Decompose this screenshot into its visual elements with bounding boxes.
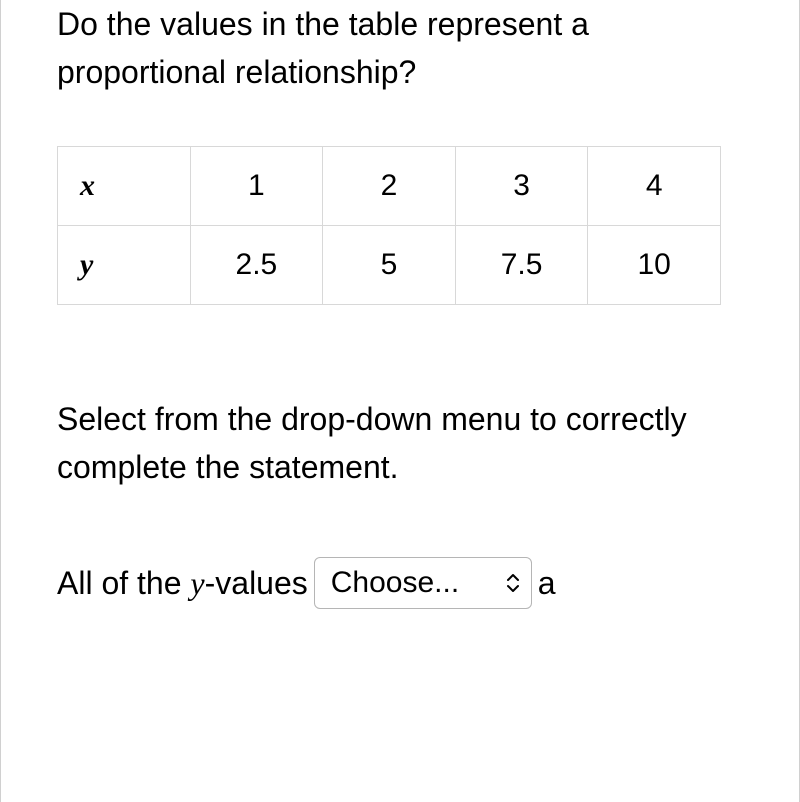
question-2-text: Select from the drop-down menu to correc… (57, 395, 743, 491)
table-cell: 2 (323, 147, 456, 226)
table-cell: 7.5 (455, 226, 588, 305)
data-table: x 1 2 3 4 y 2.5 5 7.5 10 (57, 146, 721, 305)
question-1-text: Do the values in the table represent a p… (57, 0, 743, 96)
table-cell: 2.5 (190, 226, 323, 305)
row-header-x: x (58, 147, 191, 226)
table-cell: 3 (455, 147, 588, 226)
answer-dropdown[interactable]: Choose... (314, 557, 532, 609)
table-row: y 2.5 5 7.5 10 (58, 226, 721, 305)
table-cell: 1 (190, 147, 323, 226)
statement-suffix: a (538, 565, 556, 602)
chevron-up-down-icon (505, 572, 521, 594)
table-cell: 10 (588, 226, 721, 305)
table-cell: 5 (323, 226, 456, 305)
row-header-y: y (58, 226, 191, 305)
statement-row: All of the y-values Choose... a (57, 557, 743, 609)
table-row: x 1 2 3 4 (58, 147, 721, 226)
statement-prefix: All of the y-values (57, 565, 308, 602)
dropdown-selected-label: Choose... (331, 566, 497, 600)
table-cell: 4 (588, 147, 721, 226)
variable-y: y (190, 565, 204, 601)
